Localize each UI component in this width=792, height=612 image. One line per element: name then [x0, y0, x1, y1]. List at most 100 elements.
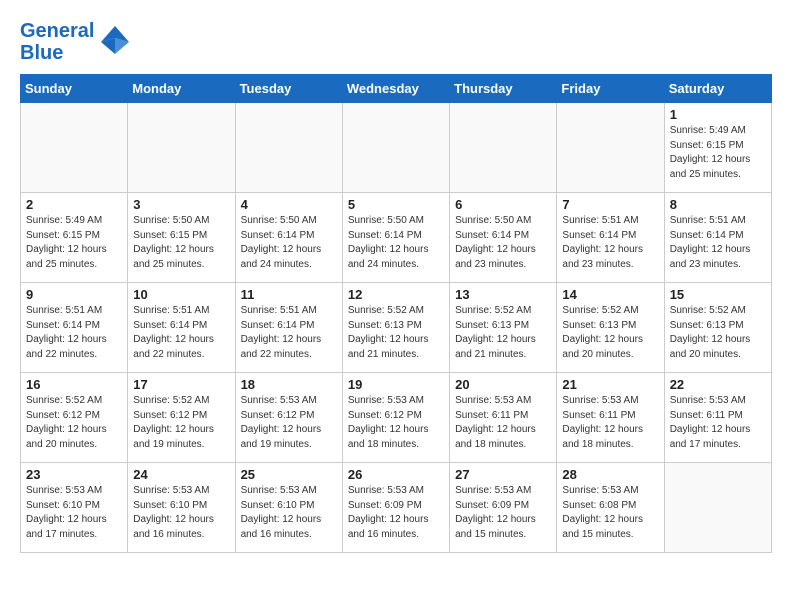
day-number: 2 [26, 197, 122, 212]
day-number: 26 [348, 467, 444, 482]
weekday-header: Wednesday [342, 75, 449, 103]
day-info: Sunrise: 5:53 AM Sunset: 6:08 PM Dayligh… [562, 484, 658, 542]
logo-text: General [20, 20, 94, 42]
day-info: Sunrise: 5:53 AM Sunset: 6:10 PM Dayligh… [133, 484, 229, 542]
day-number: 10 [133, 287, 229, 302]
calendar-header: SundayMondayTuesdayWednesdayThursdayFrid… [21, 75, 772, 103]
calendar-cell: 9Sunrise: 5:51 AM Sunset: 6:14 PM Daylig… [21, 283, 128, 373]
calendar-cell: 23Sunrise: 5:53 AM Sunset: 6:10 PM Dayli… [21, 463, 128, 553]
day-info: Sunrise: 5:51 AM Sunset: 6:14 PM Dayligh… [241, 304, 337, 362]
calendar-cell: 25 Sunrise: 5:53 AM Sunset: 6:10 PM Dayli… [235, 463, 342, 553]
day-number: 17 [133, 377, 229, 392]
day-info: Sunrise: 5:53 AM Sunset: 6:09 PM Dayligh… [455, 484, 551, 542]
calendar-cell: 16Sunrise: 5:52 AM Sunset: 6:12 PM Dayli… [21, 373, 128, 463]
day-info: Sunrise: 5:52 AM Sunset: 6:13 PM Dayligh… [348, 304, 444, 362]
calendar-cell [342, 103, 449, 193]
day-info: Sunrise: 5:50 AM Sunset: 6:15 PM Dayligh… [133, 214, 229, 272]
calendar-cell [557, 103, 664, 193]
day-info: Sunrise: 5:50 AM Sunset: 6:14 PM Dayligh… [348, 214, 444, 272]
calendar-week: 16 Sunrise: 5:52 AM Sunset: 6:12 PM Dayli… [21, 373, 772, 463]
day-info: Sunrise: 5:53 AM Sunset: 6:11 PM Dayligh… [562, 394, 658, 452]
header-row: SundayMondayTuesdayWednesdayThursdayFrid… [21, 75, 772, 103]
day-info: Sunrise: 5:53 AM Sunset: 6:10 PM Dayligh… [26, 484, 122, 542]
calendar-body: 1 Sunrise: 5:49 AM Sunset: 6:15 PM Daylig… [21, 103, 772, 553]
calendar-cell: 12 Sunrise: 5:52 AM Sunset: 6:13 PM Dayli… [342, 283, 449, 373]
day-info: Sunrise: 5:51 AM Sunset: 6:14 PM Dayligh… [562, 214, 658, 272]
day-number: 14 [562, 287, 658, 302]
calendar-table: SundayMondayTuesdayWednesdayThursdayFrid… [20, 74, 772, 553]
day-number: 6 [455, 197, 551, 212]
calendar-cell: 10 Sunrise: 5:51 AM Sunset: 6:14 PM Dayli… [128, 283, 235, 373]
weekday-header: Tuesday [235, 75, 342, 103]
calendar-cell: 3 Sunrise: 5:50 AM Sunset: 6:15 PM Daylig… [128, 193, 235, 283]
calendar-cell: 26Sunrise: 5:53 AM Sunset: 6:09 PM Dayli… [342, 463, 449, 553]
calendar-cell: 27 Sunrise: 5:53 AM Sunset: 6:09 PM Dayli… [450, 463, 557, 553]
calendar-cell: 18 Sunrise: 5:53 AM Sunset: 6:12 PM Dayli… [235, 373, 342, 463]
day-number: 12 [348, 287, 444, 302]
calendar-cell: 28 Sunrise: 5:53 AM Sunset: 6:08 PM Dayli… [557, 463, 664, 553]
calendar-cell: 6 Sunrise: 5:50 AM Sunset: 6:14 PM Daylig… [450, 193, 557, 283]
day-number: 1 [670, 107, 766, 122]
day-info: Sunrise: 5:49 AM Sunset: 6:15 PM Dayligh… [670, 124, 766, 182]
day-number: 19 [348, 377, 444, 392]
page-header: General Blue [20, 20, 772, 64]
calendar-cell: 11 Sunrise: 5:51 AM Sunset: 6:14 PM Dayli… [235, 283, 342, 373]
weekday-header: Sunday [21, 75, 128, 103]
calendar-cell: 24 Sunrise: 5:53 AM Sunset: 6:10 PM Dayli… [128, 463, 235, 553]
weekday-header: Thursday [450, 75, 557, 103]
weekday-header: Monday [128, 75, 235, 103]
weekday-header: Saturday [664, 75, 771, 103]
calendar-cell: 20Sunrise: 5:53 AM Sunset: 6:11 PM Dayli… [450, 373, 557, 463]
calendar-cell [21, 103, 128, 193]
day-number: 11 [241, 287, 337, 302]
day-info: Sunrise: 5:51 AM Sunset: 6:14 PM Dayligh… [133, 304, 229, 362]
day-number: 28 [562, 467, 658, 482]
day-number: 13 [455, 287, 551, 302]
day-info: Sunrise: 5:51 AM Sunset: 6:14 PM Dayligh… [670, 214, 766, 272]
calendar-cell: 13 Sunrise: 5:52 AM Sunset: 6:13 PM Dayli… [450, 283, 557, 373]
day-number: 3 [133, 197, 229, 212]
day-number: 18 [241, 377, 337, 392]
day-number: 21 [562, 377, 658, 392]
day-number: 25 [241, 467, 337, 482]
day-info: Sunrise: 5:53 AM Sunset: 6:11 PM Dayligh… [670, 394, 766, 452]
day-info: Sunrise: 5:53 AM Sunset: 6:11 PM Dayligh… [455, 394, 551, 452]
calendar-cell: 22 Sunrise: 5:53 AM Sunset: 6:11 PM Dayli… [664, 373, 771, 463]
day-number: 24 [133, 467, 229, 482]
calendar-cell: 1 Sunrise: 5:49 AM Sunset: 6:15 PM Daylig… [664, 103, 771, 193]
calendar-cell: 8Sunrise: 5:51 AM Sunset: 6:14 PM Daylig… [664, 193, 771, 283]
day-number: 5 [348, 197, 444, 212]
calendar-cell: 21 Sunrise: 5:53 AM Sunset: 6:11 PM Dayli… [557, 373, 664, 463]
logo-text-blue: Blue [20, 42, 94, 64]
day-info: Sunrise: 5:50 AM Sunset: 6:14 PM Dayligh… [241, 214, 337, 272]
calendar-cell: 4 Sunrise: 5:50 AM Sunset: 6:14 PM Daylig… [235, 193, 342, 283]
day-info: Sunrise: 5:52 AM Sunset: 6:12 PM Dayligh… [133, 394, 229, 452]
logo: General Blue [20, 20, 133, 64]
day-info: Sunrise: 5:49 AM Sunset: 6:15 PM Dayligh… [26, 214, 122, 272]
day-info: Sunrise: 5:53 AM Sunset: 6:10 PM Dayligh… [241, 484, 337, 542]
calendar-cell [128, 103, 235, 193]
day-number: 16 [26, 377, 122, 392]
calendar-cell: 14 Sunrise: 5:52 AM Sunset: 6:13 PM Dayli… [557, 283, 664, 373]
weekday-header: Friday [557, 75, 664, 103]
day-number: 15 [670, 287, 766, 302]
calendar-cell: 2 Sunrise: 5:49 AM Sunset: 6:15 PM Daylig… [21, 193, 128, 283]
calendar-week: 2 Sunrise: 5:49 AM Sunset: 6:15 PM Daylig… [21, 193, 772, 283]
day-number: 22 [670, 377, 766, 392]
calendar-cell [664, 463, 771, 553]
calendar-cell [235, 103, 342, 193]
day-number: 4 [241, 197, 337, 212]
calendar-week: 1 Sunrise: 5:49 AM Sunset: 6:15 PM Daylig… [21, 103, 772, 193]
calendar-cell: 7 Sunrise: 5:51 AM Sunset: 6:14 PM Daylig… [557, 193, 664, 283]
day-number: 27 [455, 467, 551, 482]
day-info: Sunrise: 5:52 AM Sunset: 6:13 PM Dayligh… [670, 304, 766, 362]
day-info: Sunrise: 5:53 AM Sunset: 6:12 PM Dayligh… [348, 394, 444, 452]
day-info: Sunrise: 5:52 AM Sunset: 6:13 PM Dayligh… [562, 304, 658, 362]
day-info: Sunrise: 5:50 AM Sunset: 6:14 PM Dayligh… [455, 214, 551, 272]
day-info: Sunrise: 5:51 AM Sunset: 6:14 PM Dayligh… [26, 304, 122, 362]
calendar-cell: 19 Sunrise: 5:53 AM Sunset: 6:12 PM Dayli… [342, 373, 449, 463]
day-info: Sunrise: 5:52 AM Sunset: 6:13 PM Dayligh… [455, 304, 551, 362]
day-info: Sunrise: 5:53 AM Sunset: 6:12 PM Dayligh… [241, 394, 337, 452]
day-number: 7 [562, 197, 658, 212]
calendar-cell [450, 103, 557, 193]
